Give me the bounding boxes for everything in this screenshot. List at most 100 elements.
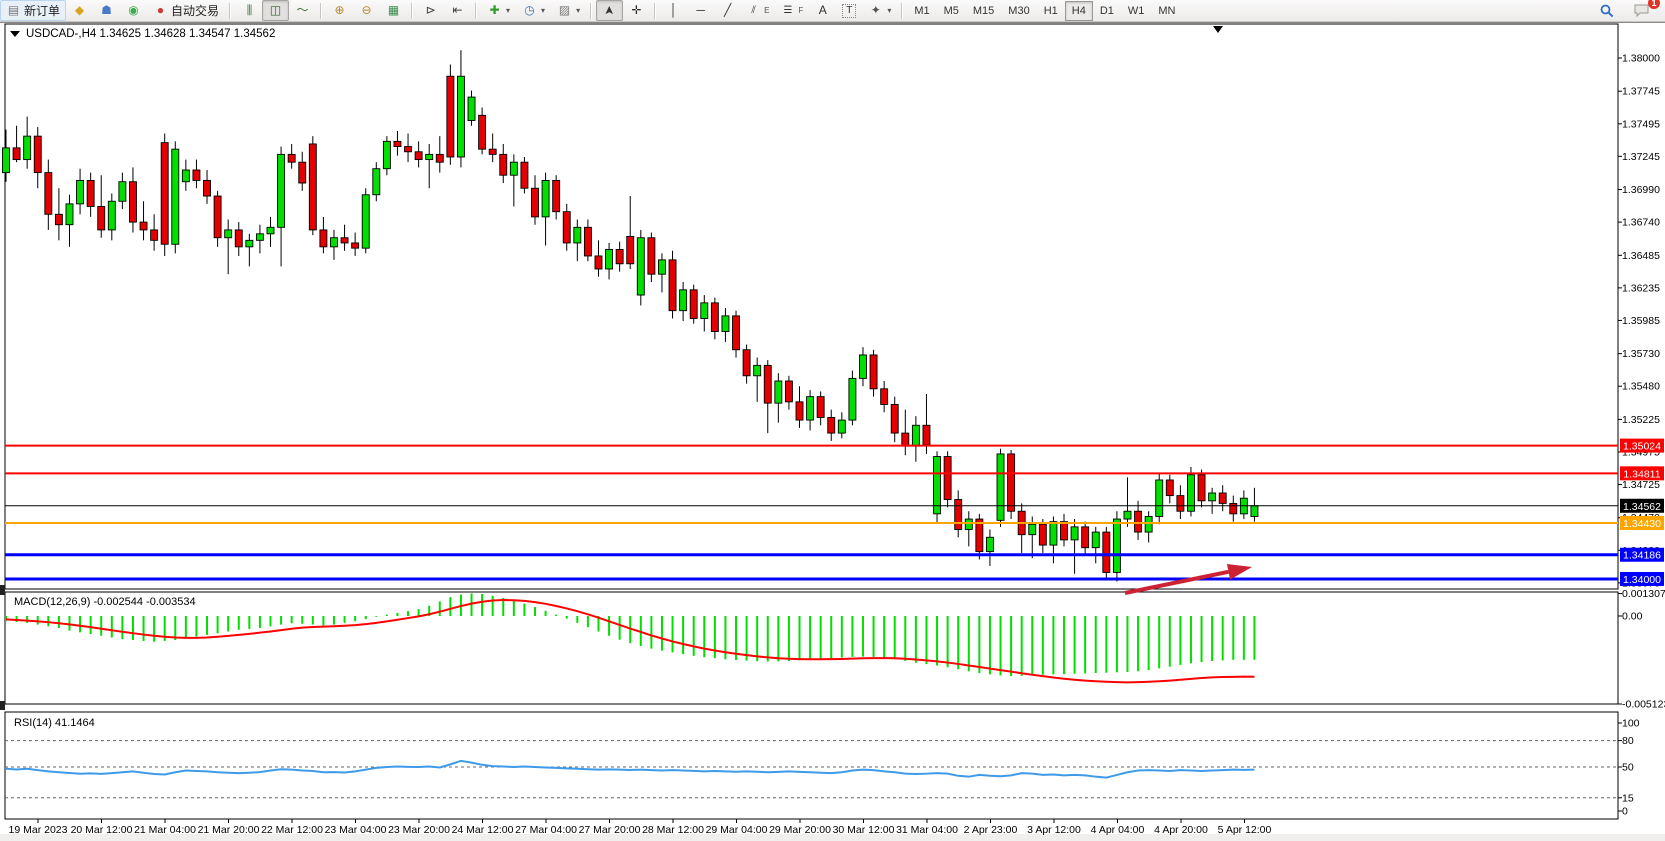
candle xyxy=(1187,467,1194,516)
date-axis-label: 30 Mar 12:00 xyxy=(833,824,895,836)
text-label-icon: T xyxy=(842,4,856,18)
price-badge: 1.34000 xyxy=(1620,572,1664,586)
chart-shift-button[interactable]: ⇤ xyxy=(444,0,471,21)
clock-icon: ◷ xyxy=(522,3,537,18)
rsi-panel[interactable] xyxy=(5,712,1618,819)
date-axis-label: 5 Apr 12:00 xyxy=(1218,824,1272,836)
trendline-tool-button[interactable]: ╱ xyxy=(714,0,741,21)
equidistant-channel-icon: ⫽ xyxy=(747,3,760,18)
auto-scroll-button[interactable]: ⊳ xyxy=(417,0,444,21)
horizontal-line-icon: ─ xyxy=(693,3,708,18)
toolbar-separator xyxy=(590,3,592,19)
timeframe-button-h1[interactable]: H1 xyxy=(1037,1,1065,21)
panel-resize-grip[interactable] xyxy=(0,701,5,710)
candle xyxy=(161,134,168,256)
date-axis-label: 28 Mar 12:00 xyxy=(642,824,704,836)
timeframe-group: M1M5M15M30H1H4D1W1MN xyxy=(907,0,1182,21)
svg-text:1.34186: 1.34186 xyxy=(1623,550,1661,562)
price-axis-label: 1.36235 xyxy=(1622,282,1660,294)
notification-count-badge: 1 xyxy=(1648,0,1660,9)
candle xyxy=(1103,527,1110,579)
fibonacci-tool-button[interactable]: ☰F xyxy=(775,0,809,21)
timeframe-button-m30[interactable]: M30 xyxy=(1001,1,1036,21)
date-axis-label: 27 Mar 20:00 xyxy=(579,824,641,836)
price-chart[interactable]: 1.380001.377451.374951.372451.369901.367… xyxy=(0,23,1665,841)
profile-button[interactable]: ◆ xyxy=(66,0,93,21)
search-button[interactable] xyxy=(1594,0,1620,21)
date-axis-label: 21 Mar 04:00 xyxy=(134,824,196,836)
signals-button[interactable]: ◉ xyxy=(120,0,147,21)
price-badge: 1.34186 xyxy=(1620,548,1664,562)
zoom-out-button[interactable]: ⊖ xyxy=(353,0,380,21)
price-axis-label: 1.37245 xyxy=(1622,151,1660,163)
candle xyxy=(447,65,454,165)
zoom-out-icon: ⊖ xyxy=(359,3,374,18)
channel-tag: E xyxy=(764,6,769,15)
new-order-button[interactable]: ▤ 新订单 xyxy=(0,0,66,21)
template-button[interactable]: ▨▾ xyxy=(551,0,586,21)
timeframe-button-m1[interactable]: M1 xyxy=(907,1,936,21)
toolbar-separator xyxy=(320,3,322,19)
candle xyxy=(648,233,655,282)
panel-resize-grip[interactable] xyxy=(0,585,5,595)
cursor-tool-button[interactable]: ➤ xyxy=(596,0,623,21)
date-axis-label: 2 Apr 23:00 xyxy=(964,824,1018,836)
timeframe-button-m15[interactable]: M15 xyxy=(966,1,1001,21)
indicators-button[interactable]: ✚▾ xyxy=(481,0,516,21)
macd-panel[interactable] xyxy=(5,592,1618,704)
rsi-axis-label: 50 xyxy=(1622,762,1634,774)
date-axis-label: 29 Mar 20:00 xyxy=(769,824,831,836)
search-icon xyxy=(1600,4,1614,18)
price-axis-label: 1.36485 xyxy=(1622,250,1660,262)
auto-trading-button[interactable]: ● 自动交易 xyxy=(147,0,225,21)
period-button[interactable]: ◷▾ xyxy=(516,0,551,21)
text-label-tool-button[interactable]: T xyxy=(836,0,862,21)
timeframe-button-w1[interactable]: W1 xyxy=(1121,1,1152,21)
bar-chart-mode-button[interactable]: ⫼ xyxy=(235,0,262,21)
tile-windows-button[interactable]: ▦ xyxy=(380,0,407,21)
hline-tool-button[interactable]: ─ xyxy=(687,0,714,21)
candle xyxy=(934,451,941,523)
shapes-tool-button[interactable]: ✦▾ xyxy=(862,0,897,21)
profile-icon: ◆ xyxy=(72,3,87,18)
zoom-in-icon: ⊕ xyxy=(332,3,347,18)
price-badge: 1.34562 xyxy=(1620,499,1664,513)
vline-tool-button[interactable]: │ xyxy=(660,0,687,21)
date-axis-label: 23 Mar 20:00 xyxy=(388,824,450,836)
auto-trading-icon: ● xyxy=(153,3,168,18)
candle-chart-mode-button[interactable]: ◫ xyxy=(262,0,289,21)
cursor-icon: ➤ xyxy=(602,3,617,18)
main-chart-panel[interactable] xyxy=(5,24,1618,589)
timeframe-button-m5[interactable]: M5 xyxy=(937,1,966,21)
candle xyxy=(521,157,528,193)
trendline-icon: ╱ xyxy=(720,3,735,18)
rsi-axis-label: 0 xyxy=(1622,806,1628,818)
line-chart-icon: 〜 xyxy=(295,3,310,18)
timeframe-button-mn[interactable]: MN xyxy=(1151,1,1182,21)
text-icon: A xyxy=(815,3,830,18)
new-order-icon: ▤ xyxy=(6,3,21,18)
rsi-axis-label: 100 xyxy=(1622,718,1640,730)
toolbar-separator xyxy=(901,3,903,19)
text-tool-button[interactable]: A xyxy=(809,0,836,21)
rsi-axis-label: 15 xyxy=(1622,792,1634,804)
market-watch-button[interactable]: ☗ xyxy=(93,0,120,21)
zoom-in-button[interactable]: ⊕ xyxy=(326,0,353,21)
timeframe-button-h4[interactable]: H4 xyxy=(1065,1,1093,21)
timeframe-button-d1[interactable]: D1 xyxy=(1093,1,1121,21)
date-axis-label: 21 Mar 20:00 xyxy=(198,824,260,836)
price-badge: 1.34811 xyxy=(1620,466,1664,480)
bar-chart-icon: ⫼ xyxy=(241,3,256,18)
tile-windows-icon: ▦ xyxy=(386,3,401,18)
candle xyxy=(690,285,697,324)
notifications-button[interactable]: 1 xyxy=(1628,0,1655,21)
vertical-line-icon: │ xyxy=(666,3,681,18)
line-chart-mode-button[interactable]: 〜 xyxy=(289,0,316,21)
svg-text:1.34430: 1.34430 xyxy=(1623,518,1661,530)
price-axis-label: 1.37745 xyxy=(1622,86,1660,98)
channel-tool-button[interactable]: ⫽E xyxy=(741,0,775,21)
date-axis-label: 23 Mar 04:00 xyxy=(325,824,387,836)
price-axis-label: 1.38000 xyxy=(1622,53,1660,65)
crosshair-tool-button[interactable]: ✛ xyxy=(623,0,650,21)
chevron-down-icon: ▾ xyxy=(541,6,545,15)
